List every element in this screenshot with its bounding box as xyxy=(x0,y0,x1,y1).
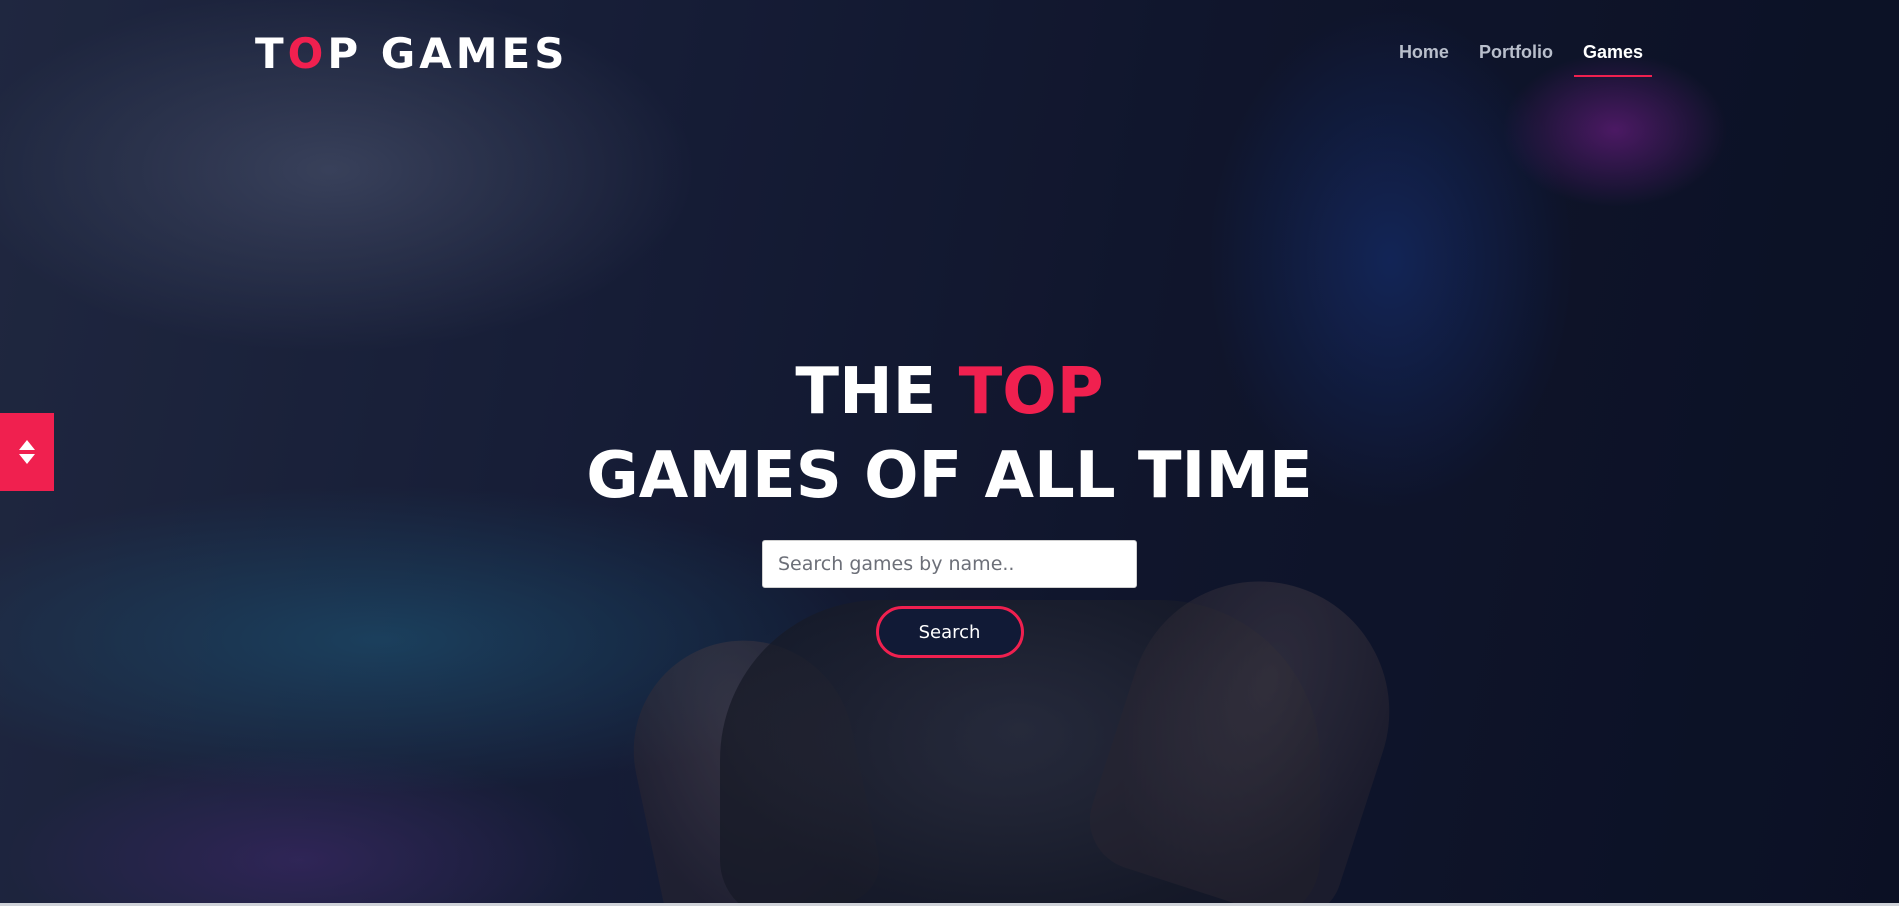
hero-content: THE TOP GAMES OF ALL TIME Search xyxy=(0,350,1899,658)
nav-item-games[interactable]: Games xyxy=(1573,42,1652,77)
logo-text-start: T xyxy=(255,29,288,78)
search-button[interactable]: Search xyxy=(875,606,1024,658)
nav-item-label: Home xyxy=(1398,42,1449,62)
nav-item-label: Portfolio xyxy=(1478,42,1553,62)
main-nav: Home Portfolio Games xyxy=(1399,42,1652,77)
nav-item-label: Games xyxy=(1582,42,1643,62)
navbar: TOP GAMES Home Portfolio Games xyxy=(0,0,1899,110)
logo-text-end: P GAMES xyxy=(327,29,569,78)
site-logo[interactable]: TOP GAMES xyxy=(255,33,569,75)
active-nav-underline xyxy=(1573,75,1652,77)
headline-line2: GAMES OF ALL TIME xyxy=(586,439,1313,513)
hero-section: TOP GAMES Home Portfolio Games THE TOP G… xyxy=(0,0,1899,906)
nav-item-home[interactable]: Home xyxy=(1399,42,1449,77)
headline-line1: THE TOP xyxy=(795,355,1103,429)
headline-accent: TOP xyxy=(958,355,1104,429)
logo-text-accent: O xyxy=(287,29,328,78)
nav-item-portfolio[interactable]: Portfolio xyxy=(1479,42,1553,77)
search-input[interactable] xyxy=(762,540,1137,588)
headline-prefix: THE xyxy=(795,355,959,429)
hero-headline: THE TOP GAMES OF ALL TIME xyxy=(0,350,1899,518)
